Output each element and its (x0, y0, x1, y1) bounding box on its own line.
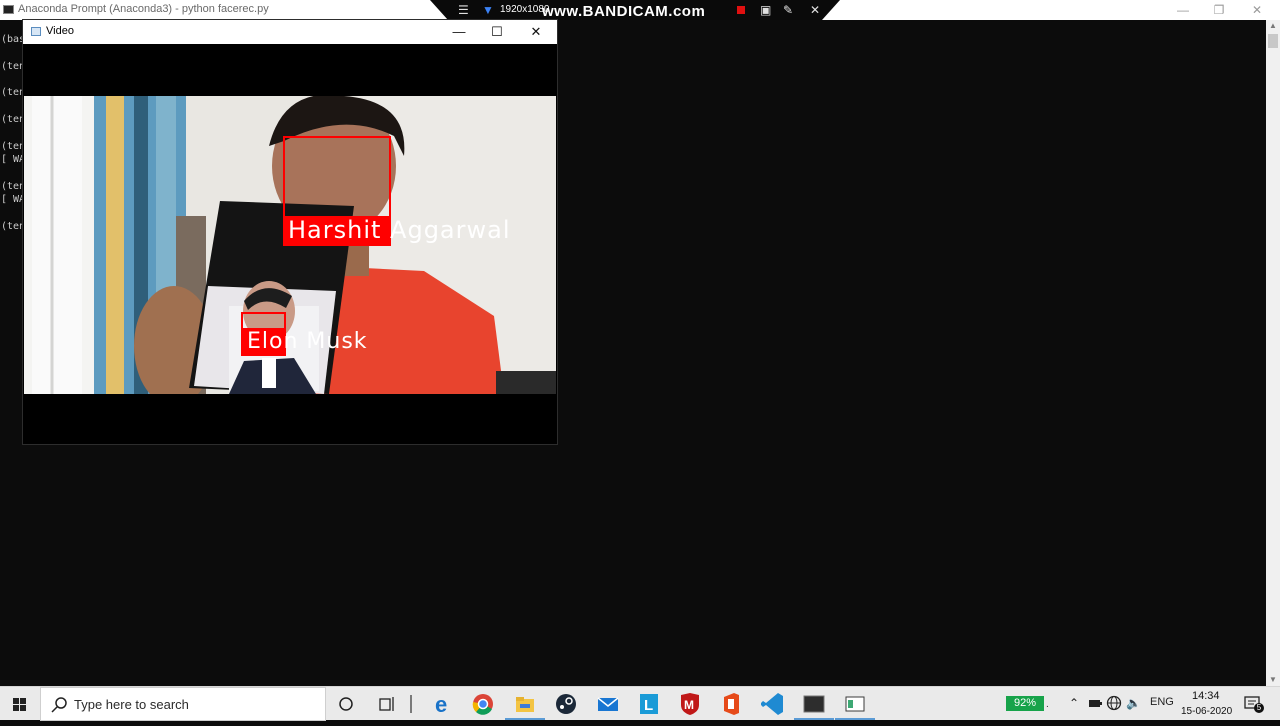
divider-icon (410, 695, 412, 713)
face-box-elon (241, 312, 286, 330)
task-view-icon[interactable] (374, 691, 400, 717)
console-line: (ten (1, 181, 26, 192)
face-box-harshit (283, 136, 391, 218)
bandicam-logo: www.BANDICAM.com (542, 3, 706, 20)
mcafee-icon[interactable]: M (677, 691, 703, 717)
search-placeholder: Type here to search (74, 697, 189, 712)
mail-icon[interactable] (595, 691, 621, 717)
edge-browser-icon[interactable]: e (430, 691, 456, 717)
windows-logo-icon (13, 698, 26, 711)
battery-dot: . (1046, 699, 1049, 710)
clock-time[interactable]: 14:34 (1192, 690, 1220, 702)
battery-icon[interactable] (1088, 697, 1102, 711)
svg-text:L: L (644, 697, 653, 714)
clock-date[interactable]: 15-06-2020 (1181, 706, 1232, 717)
console-line: (ten (1, 114, 26, 125)
console-line: [ WA (1, 154, 26, 165)
video-app-icon[interactable] (842, 691, 868, 717)
console-line: (ten (1, 61, 26, 72)
start-button[interactable] (0, 687, 40, 721)
taskbar: Type here to search e L M 92% . ⌃ 🔈 ENG … (0, 686, 1280, 721)
volume-icon[interactable]: 🔈 (1126, 696, 1141, 710)
console-line: (ten (1, 221, 26, 232)
close-icon[interactable]: ✕ (810, 3, 820, 17)
bandicam-overlay: ☰ ▼ 1920x1080 www.BANDICAM.com ▣ ✎ ✕ (430, 0, 840, 20)
svg-text:M: M (684, 698, 694, 712)
search-icon (51, 697, 67, 713)
console-line: (ten (1, 141, 26, 152)
scroll-down-icon[interactable]: ▼ (1266, 674, 1280, 686)
svg-text:e: e (435, 692, 447, 717)
console-icon (3, 5, 14, 14)
terminal-icon[interactable] (801, 691, 827, 717)
console-title: Anaconda Prompt (Anaconda3) - python fac… (18, 3, 269, 15)
face-label-elon: Elon Musk (247, 329, 368, 354)
console-line: (bas (1, 34, 26, 45)
console-line: (ten (1, 87, 26, 98)
scroll-up-icon[interactable]: ▲ (1266, 20, 1280, 32)
console-restore-button[interactable]: ❐ (1202, 0, 1236, 20)
video-window: Video — ☐ ✕ Harshit Aggarwal Elon Musk (23, 20, 557, 444)
video-window-title: Video (46, 25, 74, 37)
video-maximize-button[interactable]: ☐ (478, 20, 516, 44)
notification-count: 5 (1254, 703, 1264, 713)
battery-badge[interactable]: 92% (1006, 696, 1044, 711)
camera-icon[interactable]: ▣ (760, 3, 771, 17)
video-close-button[interactable]: ✕ (517, 20, 555, 44)
search-box[interactable]: Type here to search (40, 687, 326, 721)
webcam-frame: Harshit Aggarwal Elon Musk (24, 96, 556, 394)
file-explorer-icon[interactable] (512, 691, 538, 717)
console-close-button[interactable]: ✕ (1240, 0, 1274, 20)
chevron-up-icon[interactable]: ⌃ (1069, 696, 1079, 710)
record-stop-icon[interactable] (737, 6, 745, 14)
globe-icon[interactable] (1106, 695, 1122, 711)
steam-icon[interactable] (553, 691, 579, 717)
console-line: [ WA (1, 194, 26, 205)
video-titlebar[interactable]: Video — ☐ ✕ (23, 20, 557, 44)
chrome-icon[interactable] (470, 691, 496, 717)
cortana-icon[interactable] (333, 691, 359, 717)
console-scrollbar[interactable]: ▲ ▼ (1266, 20, 1280, 686)
vscode-icon[interactable] (760, 691, 786, 717)
menu-icon[interactable]: ☰ (458, 3, 469, 17)
notification-center-icon[interactable]: 5 (1244, 695, 1264, 713)
console-minimize-button[interactable]: — (1166, 0, 1200, 20)
video-window-icon (31, 27, 41, 36)
scroll-thumb[interactable] (1268, 34, 1278, 48)
pencil-icon[interactable]: ✎ (783, 3, 793, 17)
microphone-icon[interactable]: ▼ (482, 3, 494, 17)
video-minimize-button[interactable]: — (440, 20, 478, 44)
office-icon[interactable] (718, 691, 744, 717)
face-label-harshit: Harshit Aggarwal (288, 216, 511, 244)
l-app-icon[interactable]: L (636, 691, 662, 717)
language-indicator[interactable]: ENG (1150, 696, 1174, 708)
